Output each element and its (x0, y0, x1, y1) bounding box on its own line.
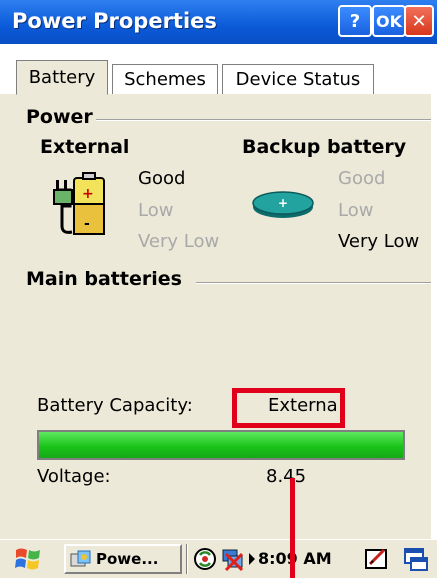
power-divider (96, 119, 431, 121)
backup-status-very-low: Very Low (338, 231, 420, 252)
tab-device-status[interactable]: Device Status (222, 64, 374, 94)
input-panel-icon[interactable] (364, 546, 390, 572)
taskbar-app-power[interactable]: Powe... (64, 544, 182, 574)
tab-battery[interactable]: Battery (16, 60, 108, 95)
backup-status-low: Low (338, 200, 374, 221)
taskbar-app-label: Powe... (96, 550, 159, 568)
power-properties-icon (70, 550, 91, 567)
battery-capacity-label: Battery Capacity: (37, 395, 193, 416)
help-button[interactable]: ? (338, 5, 372, 37)
backup-battery-heading: Backup battery (242, 136, 407, 158)
tray-separator (186, 544, 188, 574)
network-disconnected-icon[interactable] (220, 546, 246, 572)
tab-schemes[interactable]: Schemes (112, 64, 218, 94)
svg-text:-: - (84, 216, 90, 232)
panel-edge (431, 94, 437, 539)
external-status-good: Good (138, 168, 186, 189)
backup-status-good: Good (338, 168, 386, 189)
battery-progress-bar (37, 430, 405, 460)
voltage-value: 8.45 (266, 466, 307, 487)
battery-progress-fill (39, 432, 403, 458)
tray-expand-arrow[interactable] (249, 553, 255, 565)
window-title: Power Properties (12, 9, 217, 33)
svg-text:+: + (278, 196, 288, 210)
main-batteries-heading: Main batteries (26, 268, 182, 290)
voltage-label: Voltage: (37, 466, 111, 487)
main-batteries-divider (196, 282, 431, 284)
svg-text:+: + (82, 186, 94, 202)
tab-strip: Battery Schemes Device Status (0, 44, 437, 96)
annotation-highlight-box (232, 388, 345, 428)
external-heading: External (40, 136, 130, 158)
power-heading: Power (26, 106, 93, 128)
sync-icon[interactable] (192, 546, 218, 572)
close-button[interactable]: ✕ (404, 5, 434, 37)
taskbar: Powe... 8:09 AM (0, 539, 437, 578)
backup-battery-icon: + (252, 191, 314, 218)
annotation-pointer-line (290, 478, 295, 578)
desktop-icon[interactable] (402, 546, 428, 572)
title-bar: Power Properties ? OK ✕ (0, 0, 437, 44)
ac-power-icon: + - (53, 172, 105, 235)
windows-start-icon[interactable] (14, 546, 42, 572)
ok-button[interactable]: OK (372, 5, 406, 37)
external-status-low: Low (138, 200, 174, 221)
external-status-very-low: Very Low (138, 231, 220, 252)
